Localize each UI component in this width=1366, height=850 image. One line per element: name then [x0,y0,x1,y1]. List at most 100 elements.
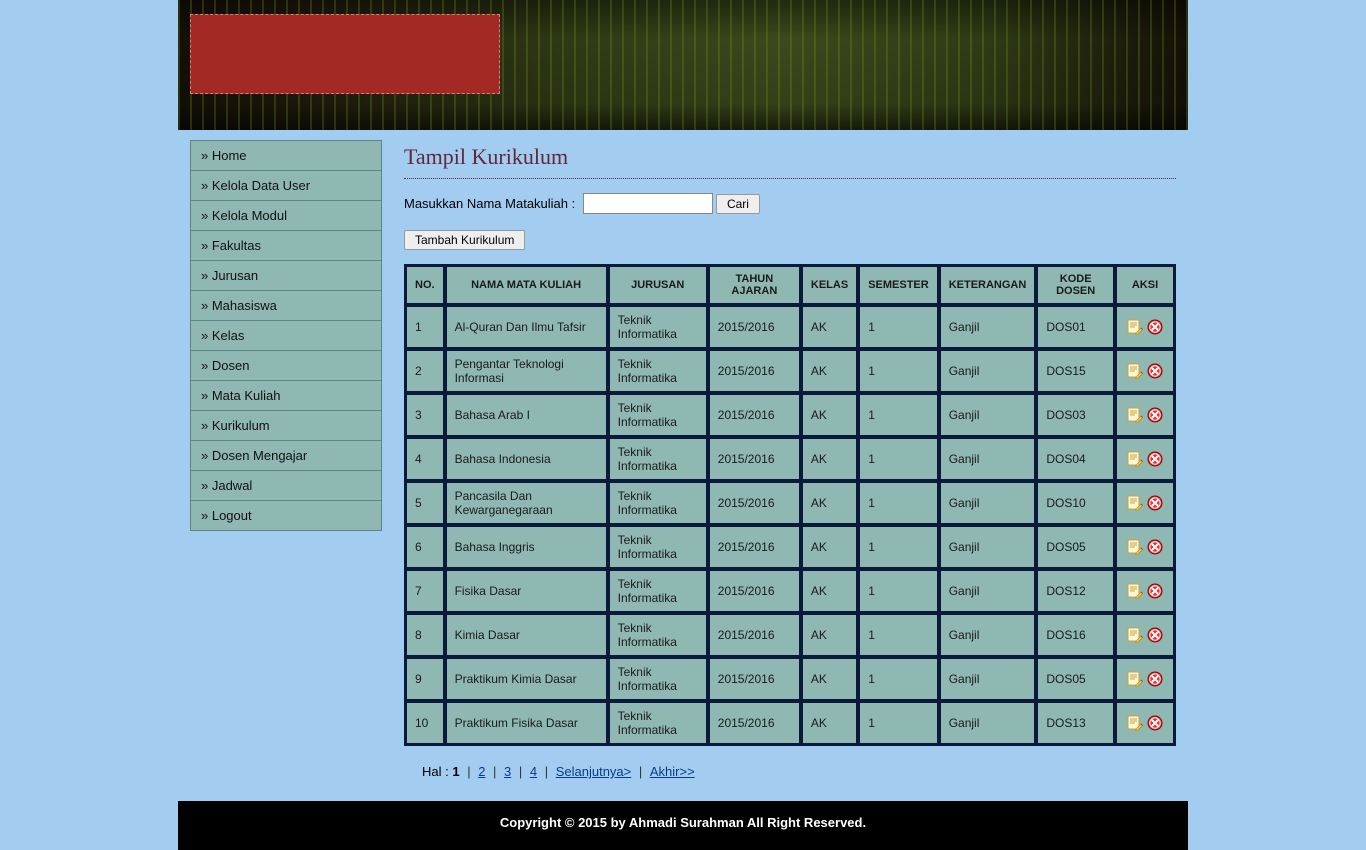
cell: 2015/2016 [709,702,800,744]
edit-icon[interactable] [1127,671,1143,687]
sidebar-item-dosen[interactable]: » Dosen [191,351,381,380]
sidebar-item-dosen-mengajar[interactable]: » Dosen Mengajar [191,441,381,470]
cell-aksi [1116,526,1174,568]
cell: Ganjil [940,658,1036,700]
delete-icon[interactable] [1147,627,1163,643]
cell: Pengantar Teknologi Informasi [446,350,607,392]
table-row: 7Fisika DasarTeknik Informatika2015/2016… [406,570,1174,612]
col-header: KODE DOSEN [1037,266,1114,304]
cell: DOS13 [1037,702,1114,744]
cell: 2015/2016 [709,526,800,568]
edit-icon[interactable] [1127,363,1143,379]
cell: 2015/2016 [709,482,800,524]
cell: DOS15 [1037,350,1114,392]
sidebar-item-jadwal[interactable]: » Jadwal [191,471,381,500]
sidebar-item-kelas[interactable]: » Kelas [191,321,381,350]
cell: 8 [406,614,444,656]
table-row: 4Bahasa IndonesiaTeknik Informatika2015/… [406,438,1174,480]
delete-icon[interactable] [1147,319,1163,335]
cell: AK [802,438,857,480]
edit-icon[interactable] [1127,407,1143,423]
delete-icon[interactable] [1147,671,1163,687]
pager-page[interactable]: 4 [530,764,537,779]
cell: DOS05 [1037,526,1114,568]
sidebar: » Home» Kelola Data User» Kelola Modul» … [190,140,382,530]
col-header: SEMESTER [859,266,938,304]
sidebar-item-logout[interactable]: » Logout [191,501,381,530]
cell: Teknik Informatika [609,526,707,568]
col-header: JURUSAN [609,266,707,304]
sidebar-item-mata-kuliah[interactable]: » Mata Kuliah [191,381,381,410]
delete-icon[interactable] [1147,495,1163,511]
edit-icon[interactable] [1127,627,1143,643]
cell: AK [802,482,857,524]
pager-next[interactable]: Selanjutnya> [556,764,632,779]
sidebar-item-home[interactable]: » Home [191,141,381,170]
cell: 6 [406,526,444,568]
cell: Praktikum Fisika Dasar [446,702,607,744]
table-row: 10Praktikum Fisika DasarTeknik Informati… [406,702,1174,744]
table-row: 8Kimia DasarTeknik Informatika2015/2016A… [406,614,1174,656]
cell: AK [802,702,857,744]
table-row: 2Pengantar Teknologi InformasiTeknik Inf… [406,350,1174,392]
cell: 1 [859,350,938,392]
cell: 1 [859,306,938,348]
cell: Ganjil [940,482,1036,524]
cell: Ganjil [940,394,1036,436]
cell: 3 [406,394,444,436]
search-button[interactable]: Cari [716,194,760,214]
curriculum-table: NO.NAMA MATA KULIAHJURUSANTAHUN AJARANKE… [404,264,1176,746]
cell-aksi [1116,438,1174,480]
pager-last[interactable]: Akhir>> [650,764,695,779]
pager-page[interactable]: 3 [504,764,511,779]
cell: 2 [406,350,444,392]
delete-icon[interactable] [1147,715,1163,731]
edit-icon[interactable] [1127,539,1143,555]
header-banner [178,0,1188,130]
cell: Teknik Informatika [609,658,707,700]
col-header: TAHUN AJARAN [709,266,800,304]
cell: 4 [406,438,444,480]
cell: 2015/2016 [709,394,800,436]
cell: 10 [406,702,444,744]
add-curriculum-button[interactable]: Tambah Kurikulum [404,230,525,250]
cell-aksi [1116,614,1174,656]
cell: Ganjil [940,438,1036,480]
edit-icon[interactable] [1127,451,1143,467]
cell: Bahasa Inggris [446,526,607,568]
pager-current: 1 [452,764,459,779]
page-title: Tampil Kurikulum [404,144,1176,170]
cell: 9 [406,658,444,700]
delete-icon[interactable] [1147,583,1163,599]
cell: Ganjil [940,526,1036,568]
sidebar-item-kelola-data-user[interactable]: » Kelola Data User [191,171,381,200]
cell: 2015/2016 [709,658,800,700]
sidebar-item-kurikulum[interactable]: » Kurikulum [191,411,381,440]
search-input[interactable] [583,193,713,214]
search-form: Masukkan Nama Matakuliah : Cari [404,193,1176,214]
search-label: Masukkan Nama Matakuliah : [404,196,575,211]
sidebar-item-jurusan[interactable]: » Jurusan [191,261,381,290]
cell: Al-Quran Dan Ilmu Tafsir [446,306,607,348]
delete-icon[interactable] [1147,363,1163,379]
edit-icon[interactable] [1127,583,1143,599]
cell: 1 [859,394,938,436]
sidebar-item-mahasiswa[interactable]: » Mahasiswa [191,291,381,320]
cell: Teknik Informatika [609,350,707,392]
cell: 1 [859,570,938,612]
delete-icon[interactable] [1147,407,1163,423]
sidebar-item-fakultas[interactable]: » Fakultas [191,231,381,260]
cell-aksi [1116,350,1174,392]
edit-icon[interactable] [1127,715,1143,731]
cell: DOS01 [1037,306,1114,348]
cell: DOS10 [1037,482,1114,524]
delete-icon[interactable] [1147,539,1163,555]
cell: Fisika Dasar [446,570,607,612]
edit-icon[interactable] [1127,495,1143,511]
delete-icon[interactable] [1147,451,1163,467]
sidebar-item-kelola-modul[interactable]: » Kelola Modul [191,201,381,230]
edit-icon[interactable] [1127,319,1143,335]
cell-aksi [1116,570,1174,612]
pagination: Hal : 1 | 2 | 3 | 4 | Selanjutnya> | Akh… [422,764,1176,779]
pager-page[interactable]: 2 [478,764,485,779]
